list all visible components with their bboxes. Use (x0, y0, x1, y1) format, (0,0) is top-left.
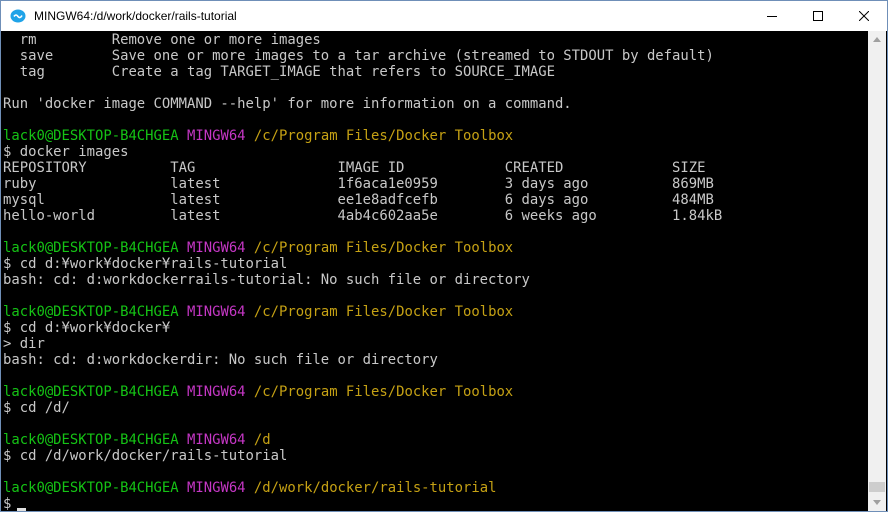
terminal-text: /d/work/docker/rails-tutorial (253, 480, 497, 496)
terminal-text: /c/Program Files/Docker Toolbox (253, 304, 514, 320)
terminal-text: MINGW64 (187, 384, 246, 400)
terminal-line: lack0@DESKTOP-B4CHGEA MINGW64 /c/Program… (3, 128, 513, 144)
close-icon (859, 11, 869, 21)
window-title: MINGW64:/d/work/docker/rails-tutorial (34, 9, 237, 23)
terminal-line: lack0@DESKTOP-B4CHGEA MINGW64 /d (3, 432, 271, 448)
terminal-text: bash: cd: d:workdockerdir: No such file … (3, 352, 438, 368)
text-cursor (17, 508, 27, 511)
terminal-line: > dir (3, 336, 45, 352)
terminal-line: ruby latest 1f6aca1e0959 3 days ago 869M… (3, 176, 714, 192)
terminal-text: /d (253, 432, 271, 448)
terminal-text: lack0@DESKTOP-B4CHGEA (3, 304, 179, 320)
terminal-line: bash: cd: d:workdockerrails-tutorial: No… (3, 272, 530, 288)
terminal-text: $ docker images (3, 144, 129, 160)
terminal-text: mysql latest ee1e8adfcefb 6 days ago 484… (3, 192, 714, 208)
terminal-line: save Save one or more images to a tar ar… (3, 48, 714, 64)
terminal-text: lack0@DESKTOP-B4CHGEA (3, 384, 179, 400)
terminal-text: /c/Program Files/Docker Toolbox (253, 240, 514, 256)
terminal-line: lack0@DESKTOP-B4CHGEA MINGW64 /d/work/do… (3, 480, 496, 496)
terminal-output[interactable]: rm Remove one or more images save Save o… (1, 31, 869, 511)
terminal-text: lack0@DESKTOP-B4CHGEA (3, 480, 179, 496)
terminal-text: > dir (3, 336, 45, 352)
terminal-text: MINGW64 (187, 480, 246, 496)
scrollbar-thumb[interactable] (869, 482, 885, 492)
terminal-text: $ (3, 496, 12, 511)
terminal-line: $ cd /d/ (3, 400, 70, 416)
terminal-text: MINGW64 (187, 240, 246, 256)
terminal-text: $ cd /d/ (3, 400, 70, 416)
terminal-line: bash: cd: d:workdockerdir: No such file … (3, 352, 438, 368)
title-bar[interactable]: MINGW64:/d/work/docker/rails-tutorial (1, 1, 887, 31)
mintty-icon[interactable] (10, 9, 26, 23)
terminal-text: /c/Program Files/Docker Toolbox (253, 384, 514, 400)
maximize-button[interactable] (795, 1, 841, 31)
terminal-line: $ cd d:¥work¥docker¥ (3, 320, 170, 336)
terminal-text: lack0@DESKTOP-B4CHGEA (3, 128, 179, 144)
terminal-line: $ cd /d/work/docker/rails-tutorial (3, 448, 287, 464)
terminal-text: /c/Program Files/Docker Toolbox (253, 128, 514, 144)
terminal-text: bash: cd: d:workdockerrails-tutorial: No… (3, 272, 530, 288)
terminal-line: REPOSITORY TAG IMAGE ID CREATED SIZE (3, 160, 705, 176)
scroll-down-button[interactable] (868, 494, 886, 511)
terminal-line: $ docker images (3, 144, 128, 160)
terminal-line: $ (3, 496, 27, 511)
maximize-icon (813, 11, 823, 21)
terminal-text: rm Remove one or more images (3, 32, 321, 48)
minimize-icon (767, 16, 777, 17)
terminal-text: hello-world latest 4ab4c602aa5e 6 weeks … (3, 208, 723, 224)
terminal-line: Run 'docker image COMMAND --help' for mo… (3, 96, 572, 112)
terminal-line: hello-world latest 4ab4c602aa5e 6 weeks … (3, 208, 722, 224)
terminal-line: lack0@DESKTOP-B4CHGEA MINGW64 /c/Program… (3, 384, 513, 400)
terminal-text: REPOSITORY TAG IMAGE ID CREATED SIZE (3, 160, 706, 176)
terminal-text: lack0@DESKTOP-B4CHGEA (3, 240, 179, 256)
scroll-up-button[interactable] (868, 31, 886, 48)
terminal-text: ruby latest 1f6aca1e0959 3 days ago 869M… (3, 176, 714, 192)
vertical-scrollbar[interactable] (868, 31, 886, 511)
terminal-text: tag Create a tag TARGET_IMAGE that refer… (3, 64, 555, 80)
minimize-button[interactable] (749, 1, 795, 31)
terminal-text: lack0@DESKTOP-B4CHGEA (3, 432, 179, 448)
terminal-line: tag Create a tag TARGET_IMAGE that refer… (3, 64, 555, 80)
terminal-window: MINGW64:/d/work/docker/rails-tutorial rm… (0, 0, 888, 512)
chevron-up-icon (873, 37, 881, 42)
terminal-text: $ cd d:¥work¥docker¥rails-tutorial (3, 256, 288, 272)
terminal-text: $ cd d:¥work¥docker¥ (3, 320, 171, 336)
terminal-text: Run 'docker image COMMAND --help' for mo… (3, 96, 572, 112)
terminal-line: $ cd d:¥work¥docker¥rails-tutorial (3, 256, 287, 272)
close-button[interactable] (841, 1, 887, 31)
terminal-text: $ cd /d/work/docker/rails-tutorial (3, 448, 288, 464)
terminal-line: lack0@DESKTOP-B4CHGEA MINGW64 /c/Program… (3, 304, 513, 320)
terminal-line: rm Remove one or more images (3, 32, 321, 48)
terminal-text: save Save one or more images to a tar ar… (3, 48, 714, 64)
chevron-down-icon (873, 500, 881, 505)
terminal-line: lack0@DESKTOP-B4CHGEA MINGW64 /c/Program… (3, 240, 513, 256)
terminal-text: MINGW64 (187, 128, 246, 144)
terminal-line: mysql latest ee1e8adfcefb 6 days ago 484… (3, 192, 714, 208)
terminal-text: MINGW64 (187, 432, 246, 448)
terminal-text: MINGW64 (187, 304, 246, 320)
